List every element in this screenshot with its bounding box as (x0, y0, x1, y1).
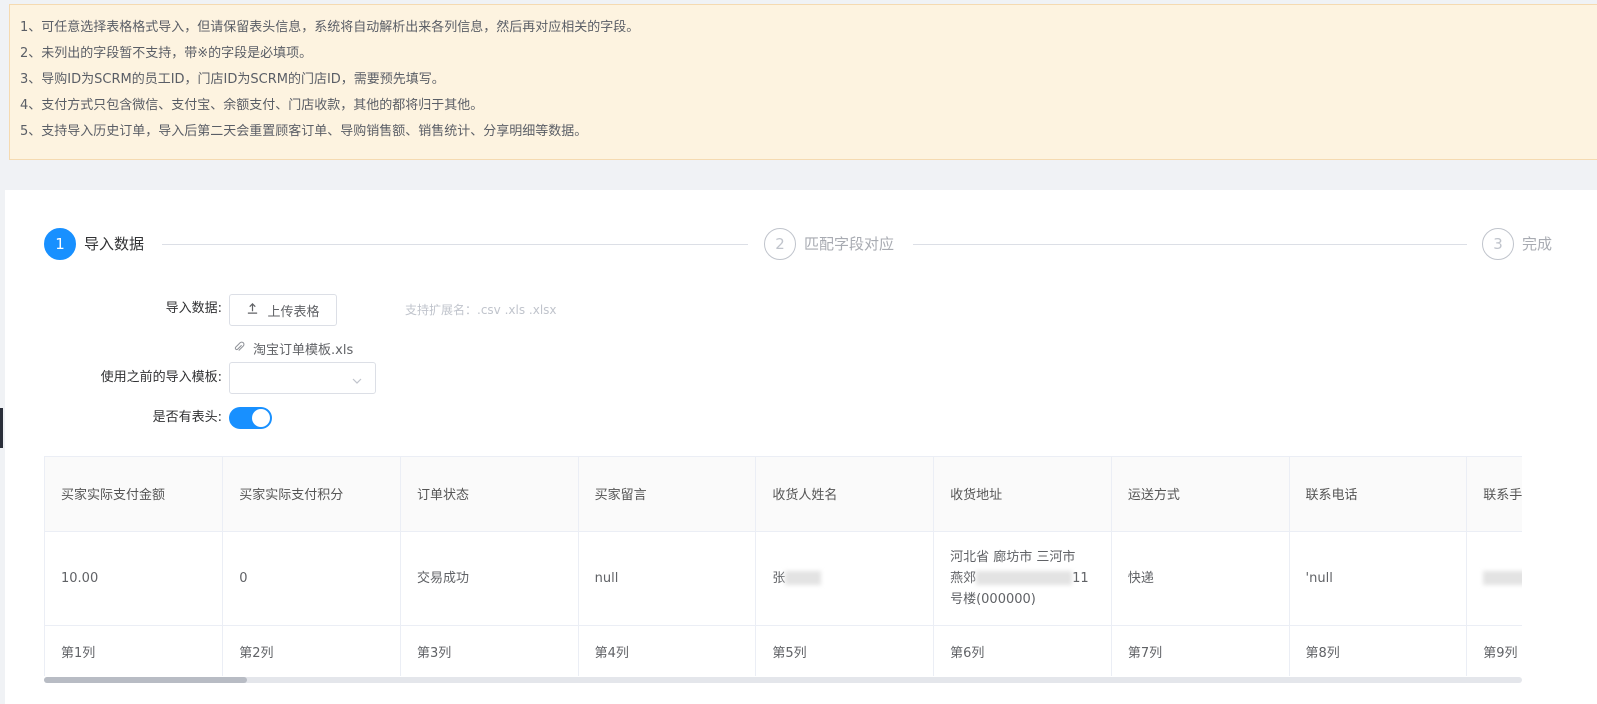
redacted-mobile (1483, 571, 1522, 585)
redacted-address (976, 571, 1073, 585)
step-2-label: 匹配字段对应 (804, 235, 895, 253)
cell-phone: 'null (1289, 531, 1468, 626)
column-index-cell: 第4列 (578, 625, 757, 676)
header-cell: 收货人姓名 (755, 457, 935, 532)
uploaded-file-name: 淘宝订单模板.xls (253, 343, 354, 358)
header-cell: 订单状态 (400, 457, 579, 532)
extension-hint: 支持扩展名：.csv .xls .xlsx (405, 303, 557, 317)
column-index-cell: 第1列 (45, 625, 224, 676)
notice-line-3: 3、导购ID为SCRM的员工ID，门店ID为SCRM的门店ID，需要预先填写。 (20, 72, 445, 87)
notice-line-1: 1、可任意选择表格格式导入，但请保留表头信息，系统将自动解析出来各列信息，然后再… (20, 20, 640, 35)
header-cell: 买家实际支付积分 (222, 457, 401, 532)
header-cell: 买家实际支付金额 (45, 457, 224, 532)
chevron-down-icon (351, 372, 363, 391)
address-line-3: 号楼(000000) (950, 591, 1036, 607)
cell-message: null (578, 531, 757, 626)
cell-amount: 10.00 (45, 531, 224, 626)
upload-table-button[interactable]: 上传表格 (229, 294, 337, 326)
table-horizontal-scrollbar[interactable] (44, 677, 1522, 683)
column-index-cell: 第6列 (933, 625, 1112, 676)
import-notice: 1、可任意选择表格格式导入，但请保留表头信息，系统将自动解析出来各列信息，然后再… (9, 4, 1597, 160)
header-cell: 联系手机 (1466, 457, 1522, 532)
step-connector-2 (913, 244, 1467, 245)
cell-address: 河北省 廊坊市 三河市 燕郊 11 号楼(000000) (933, 531, 1112, 626)
column-index-cell: 第3列 (400, 625, 579, 676)
address-line-2-prefix: 燕郊 (950, 570, 977, 586)
toggle-knob (252, 409, 270, 427)
redacted-name (785, 571, 822, 585)
has-header-toggle[interactable] (229, 407, 272, 429)
step-1-label: 导入数据 (84, 235, 145, 253)
header-cell: 买家留言 (578, 457, 757, 532)
column-index-cell: 第8列 (1289, 625, 1468, 676)
template-select[interactable] (229, 362, 376, 394)
cell-shipping: 快递 (1111, 531, 1290, 626)
address-line-1: 河北省 廊坊市 三河市 (950, 549, 1076, 565)
cell-status: 交易成功 (400, 531, 579, 626)
table-row: 第1列 第2列 第3列 第4列 第5列 第6列 第7列 第8列 第9列 (45, 625, 1522, 676)
import-data-label: 导入数据: (165, 301, 222, 316)
paperclip-icon (233, 341, 245, 357)
column-index-cell: 第7列 (1111, 625, 1290, 676)
uploaded-file[interactable]: 淘宝订单模板.xls (233, 339, 353, 358)
header-cell: 收货地址 (933, 457, 1112, 532)
address-line-2-suffix: 11 (1072, 570, 1089, 586)
step-2-circle: 2 (764, 228, 796, 260)
scrollbar-thumb[interactable] (44, 677, 247, 683)
step-3-circle: 3 (1482, 228, 1514, 260)
notice-line-2: 2、未列出的字段暂不支持，带※的字段是必填项。 (20, 46, 313, 61)
upload-icon (246, 302, 259, 319)
has-header-label: 是否有表头: (152, 410, 222, 425)
header-cell: 联系电话 (1289, 457, 1468, 532)
template-label: 使用之前的导入模板: (100, 370, 222, 385)
step-1-circle: 1 (44, 228, 76, 260)
column-index-cell: 第9列 (1466, 625, 1522, 676)
cell-mobile (1466, 531, 1522, 626)
cell-points: 0 (222, 531, 401, 626)
left-edge-handle (0, 408, 3, 448)
column-index-cell: 第2列 (222, 625, 401, 676)
name-prefix: 张 (772, 570, 786, 586)
table-row: 10.00 0 交易成功 null 张 河北省 廊坊市 三河市 燕郊 11 号楼(… (45, 531, 1522, 626)
upload-button-label: 上传表格 (267, 304, 320, 320)
preview-table: 买家实际支付金额 买家实际支付积分 订单状态 买家留言 收货人姓名 收货地址 运… (44, 456, 1522, 676)
step-connector-1 (162, 244, 748, 245)
notice-line-5: 5、支持导入历史订单，导入后第二天会重置顾客订单、导购销售额、销售统计、分享明细… (20, 124, 588, 139)
cell-name: 张 (755, 531, 935, 626)
notice-line-4: 4、支付方式只包含微信、支付宝、余额支付、门店收款，其他的都将归于其他。 (20, 98, 484, 113)
header-cell: 运送方式 (1111, 457, 1290, 532)
column-index-cell: 第5列 (755, 625, 935, 676)
step-3-label: 完成 (1522, 235, 1553, 253)
